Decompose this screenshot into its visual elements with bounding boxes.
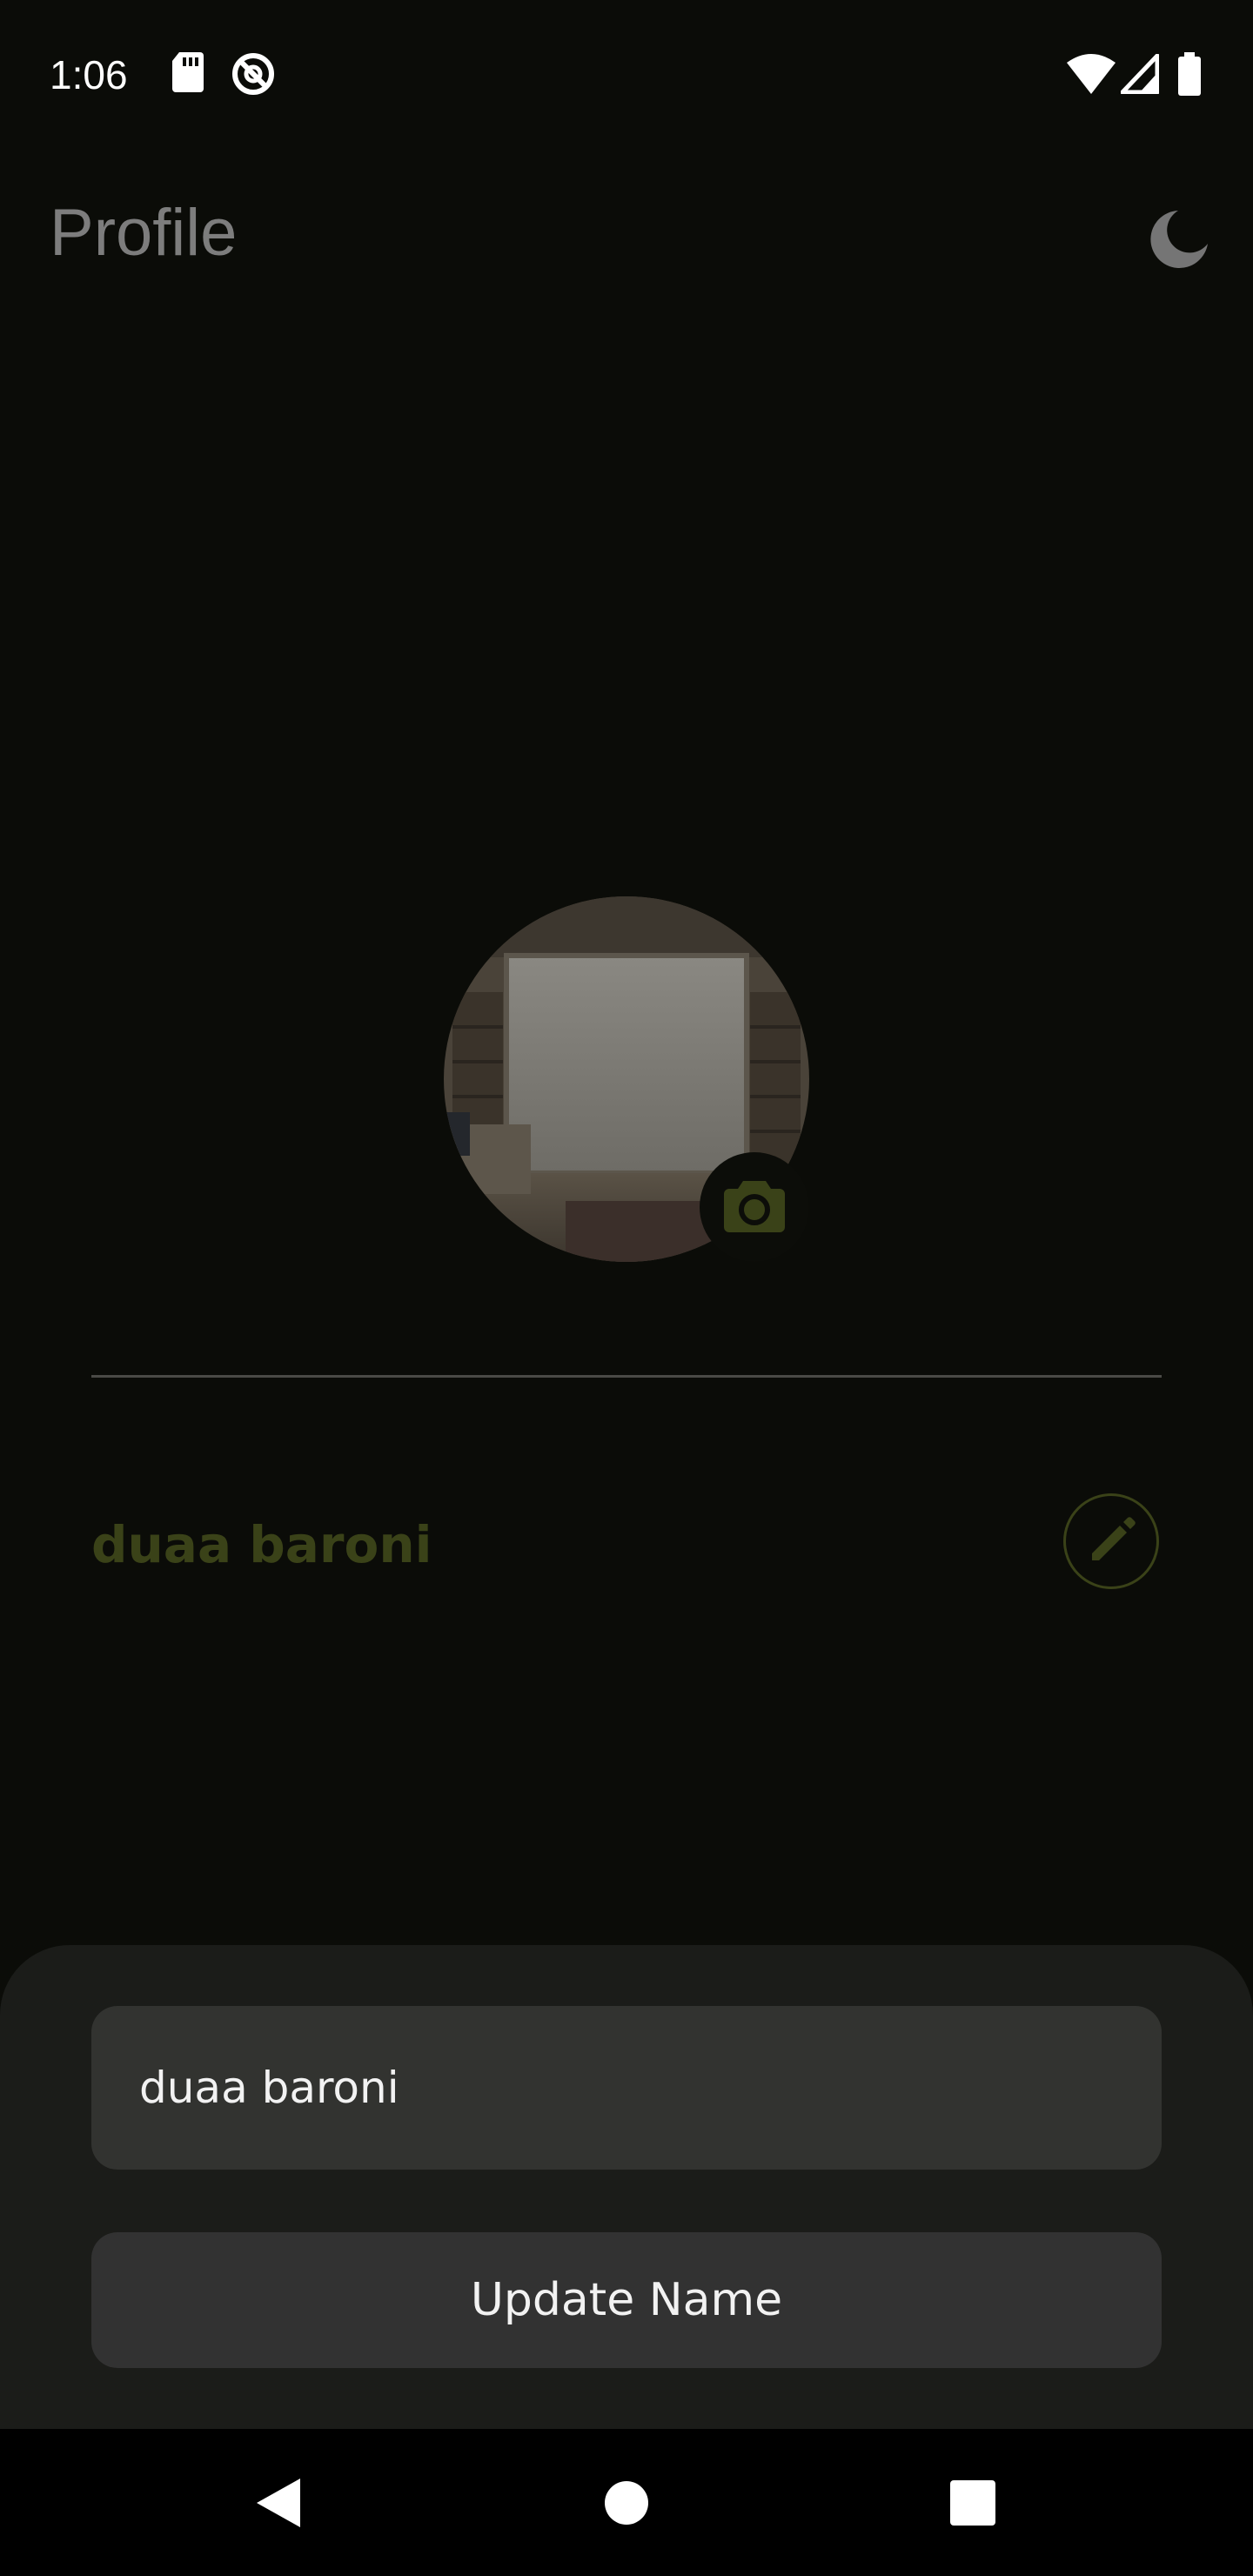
change-photo-button[interactable] xyxy=(700,1152,809,1262)
do-not-disturb-icon xyxy=(232,53,274,95)
status-bar: 1:06 xyxy=(0,0,1253,148)
name-input[interactable]: duaa baroni xyxy=(91,2006,1162,2170)
navigation-bar xyxy=(0,2429,1253,2576)
moon-icon[interactable] xyxy=(1140,200,1218,278)
edit-name-button[interactable] xyxy=(1063,1493,1159,1589)
recents-icon[interactable] xyxy=(934,2464,1012,2542)
update-name-button[interactable]: Update Name xyxy=(91,2232,1162,2368)
profile-name: duaa baroni xyxy=(91,1515,432,1574)
pencil-icon xyxy=(1092,1517,1136,1560)
battery-icon xyxy=(1178,52,1201,96)
status-time: 1:06 xyxy=(50,52,128,97)
camera-icon xyxy=(724,1181,785,1232)
divider xyxy=(91,1375,1162,1378)
home-icon[interactable] xyxy=(587,2464,666,2542)
profile-screen: 1:06 Profile duaa baroni duaa baroni Upd… xyxy=(0,0,1253,2576)
back-icon[interactable] xyxy=(239,2464,318,2542)
sd-card-icon xyxy=(172,52,204,92)
page-title: Profile xyxy=(50,196,238,270)
edit-name-sheet: duaa baroni Update Name xyxy=(0,1945,1253,2429)
wifi-icon xyxy=(1067,54,1116,94)
cellular-signal-icon xyxy=(1121,54,1159,94)
